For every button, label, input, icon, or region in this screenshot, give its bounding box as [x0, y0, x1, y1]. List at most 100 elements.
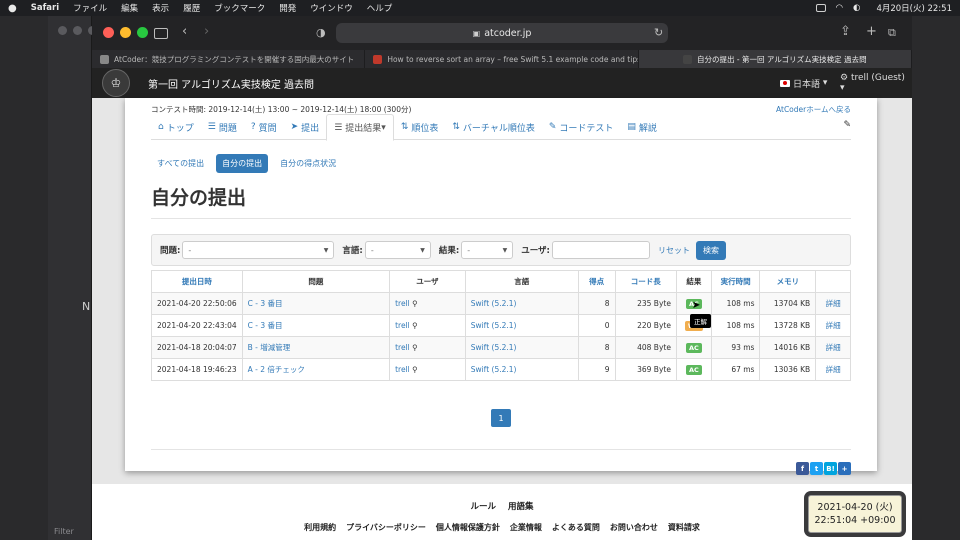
menu-clock[interactable]: 4月20日(火) 22:51: [876, 2, 952, 14]
problem-link[interactable]: C - 3 番目: [241, 314, 391, 337]
search-button[interactable]: 検索: [695, 240, 726, 260]
tab-wrench[interactable]: ✎ コードテスト: [542, 114, 621, 140]
footer-link[interactable]: 個人情報保護方針: [436, 523, 500, 532]
footer-link[interactable]: 利用規約: [304, 523, 336, 532]
browser-tab[interactable]: How to reverse sort an array – free Swif…: [365, 50, 639, 68]
pin-icon[interactable]: ✎: [843, 120, 851, 130]
user-dropdown[interactable]: ⚙ trell (Guest) ▾: [840, 73, 912, 93]
status-tooltip: 正解: [690, 314, 711, 328]
footer-link[interactable]: 企業情報: [510, 523, 542, 532]
app-menu[interactable]: Safari: [31, 3, 59, 13]
user-link[interactable]: trell: [395, 321, 410, 330]
menu-item[interactable]: ウインドウ: [310, 2, 353, 14]
header-submit-time[interactable]: 提出日時: [151, 270, 243, 293]
menu-item[interactable]: ヘルプ: [367, 2, 393, 14]
menu-item[interactable]: 表示: [152, 2, 169, 14]
tab-send[interactable]: ➤ 提出: [284, 114, 327, 140]
address-bar[interactable]: ▣ atcoder.jp: [336, 23, 668, 43]
browser-tab[interactable]: AtCoder：競技プログラミングコンテストを開催する国内最大のサイト: [92, 50, 366, 68]
user-link[interactable]: trell: [395, 365, 410, 374]
language-dropdown[interactable]: 日本語 ▾: [780, 77, 827, 90]
subtab-link[interactable]: 自分の提出: [216, 154, 269, 173]
reset-link[interactable]: リセット: [658, 245, 690, 256]
header-score[interactable]: 得点: [577, 270, 616, 293]
footer-link[interactable]: よくある質問: [552, 523, 600, 532]
tab-overview-icon[interactable]: ⧉: [888, 26, 896, 40]
control-center-icon[interactable]: ◐: [853, 3, 860, 13]
apple-menu-icon[interactable]: ●: [8, 3, 17, 14]
tab-sort[interactable]: ⇅ バーチャル順位表: [445, 114, 541, 140]
tab-book[interactable]: ▤ 解説: [620, 114, 664, 140]
language-link[interactable]: Swift (5.2.1): [464, 336, 579, 359]
reload-icon[interactable]: ↻: [654, 26, 663, 40]
footer-link[interactable]: 資料請求: [668, 523, 700, 532]
minimize-window-button[interactable]: [120, 27, 131, 38]
header-memory[interactable]: メモリ: [759, 270, 817, 293]
detail-link[interactable]: 詳細: [815, 358, 851, 381]
pagination-page-1[interactable]: 1: [491, 409, 511, 427]
result-filter-select[interactable]: - ▼: [461, 241, 514, 259]
menu-item[interactable]: ブックマーク: [214, 2, 265, 14]
language-link[interactable]: Swift (5.2.1): [464, 292, 579, 315]
tab-list[interactable]: ☰ 問題: [201, 114, 244, 140]
language-link[interactable]: Swift (5.2.1): [464, 358, 579, 381]
back-arrow-icon[interactable]: ‹: [182, 25, 187, 39]
user-link[interactable]: trell: [395, 343, 410, 352]
menu-item[interactable]: 開発: [279, 2, 296, 14]
privacy-shield-icon[interactable]: ◑: [316, 26, 326, 40]
share-plus-icon[interactable]: +: [838, 462, 851, 475]
subtab-link[interactable]: すべての提出: [151, 154, 210, 173]
share-icon[interactable]: ⇪: [840, 25, 851, 39]
filter-field[interactable]: Filter: [54, 527, 74, 536]
language-link[interactable]: Swift (5.2.1): [464, 314, 579, 337]
status-badge[interactable]: AC: [685, 364, 702, 375]
tab-list[interactable]: ☰ 提出結果 ▾: [326, 114, 394, 141]
search-icon[interactable]: ⚲: [410, 321, 418, 330]
detail-link[interactable]: 詳細: [815, 336, 851, 359]
tab-question[interactable]: ? 質問: [244, 114, 284, 140]
forward-arrow-icon[interactable]: ›: [204, 25, 209, 39]
menu-item[interactable]: 履歴: [183, 2, 200, 14]
user-filter-input[interactable]: [551, 241, 650, 259]
detail-link[interactable]: 詳細: [815, 314, 851, 337]
problem-link[interactable]: B - 増減管理: [241, 336, 391, 359]
problem-filter-label: 問題:: [160, 246, 181, 256]
menu-item[interactable]: ファイル: [73, 2, 107, 14]
footer-link[interactable]: 用語集: [508, 502, 534, 512]
twitter-icon[interactable]: t: [810, 462, 823, 475]
atcoder-logo[interactable]: ♔: [102, 69, 130, 97]
sidebar-toggle-icon[interactable]: [154, 28, 168, 39]
tab-sort[interactable]: ⇅ 順位表: [394, 114, 446, 140]
language-filter-value: -: [370, 245, 374, 255]
result-cell: AC: [675, 336, 712, 359]
close-window-button[interactable]: [103, 27, 114, 38]
header-exec-time[interactable]: 実行時間: [710, 270, 761, 293]
problem-link[interactable]: C - 3 番目: [241, 292, 391, 315]
favicon-icon: [373, 54, 383, 64]
user-link[interactable]: trell: [395, 299, 410, 308]
tab-home[interactable]: ⌂ トップ: [151, 114, 201, 140]
footer-link[interactable]: お問い合わせ: [610, 523, 658, 532]
footer-link[interactable]: プライバシーポリシー: [346, 523, 426, 532]
detail-link[interactable]: 詳細: [815, 292, 851, 315]
menu-item[interactable]: 編集: [121, 2, 138, 14]
browser-tab[interactable]: 自分の提出 - 第一回 アルゴリズム実技検定 過去問: [638, 50, 912, 68]
problem-filter-select[interactable]: - ▼: [182, 241, 335, 259]
status-badge[interactable]: AC: [685, 342, 702, 353]
contest-nav-tabs: ⌂ トップ ☰ 問題? 質問 ➤ 提出 ☰ 提出結果 ▾ ⇅ 順位表 ⇅ バーチャル順位表 ✎ コードテスト ▤…: [151, 114, 851, 141]
subtab-link[interactable]: 自分の得点状況: [274, 154, 342, 173]
language-filter-select[interactable]: - ▼: [364, 241, 431, 259]
search-icon[interactable]: ⚲: [410, 343, 418, 352]
new-tab-icon[interactable]: +: [866, 25, 877, 39]
background-window: N Filter: [48, 16, 97, 540]
zoom-window-button[interactable]: [137, 27, 148, 38]
search-icon[interactable]: ⚲: [410, 299, 418, 308]
problem-link[interactable]: A - 2 倍チェック: [241, 358, 391, 381]
footer-link[interactable]: ルール: [470, 502, 496, 512]
facebook-icon[interactable]: f: [796, 462, 809, 475]
wifi-icon[interactable]: ◠: [836, 3, 843, 13]
search-icon[interactable]: ⚲: [410, 365, 418, 374]
header-code-length[interactable]: コード長: [614, 270, 677, 293]
hatena-icon[interactable]: B!: [824, 462, 837, 475]
contest-title[interactable]: 第一回 アルゴリズム実技検定 過去問: [148, 76, 314, 91]
